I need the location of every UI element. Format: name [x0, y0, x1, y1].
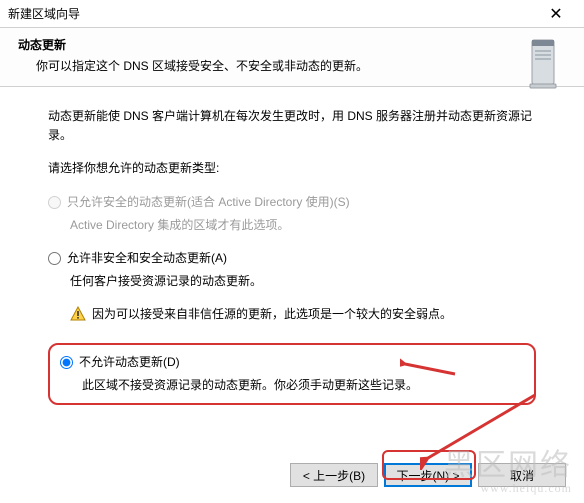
wizard-content: 动态更新能使 DNS 客户端计算机在每次发生更改时，用 DNS 服务器注册并动态… — [0, 87, 584, 415]
wizard-footer: < 上一步(B) 下一步(N) > 取消 — [290, 463, 566, 487]
titlebar: 新建区域向导 ✕ — [0, 0, 584, 28]
option-secure-only-desc: Active Directory 集成的区域才有此选项。 — [48, 216, 536, 235]
radio-secure-only — [48, 196, 61, 209]
wizard-header: 动态更新 你可以指定这个 DNS 区域接受安全、不安全或非动态的更新。 — [0, 28, 584, 87]
prompt-text: 请选择你想允许的动态更新类型: — [48, 159, 536, 178]
description-text: 动态更新能使 DNS 客户端计算机在每次发生更改时，用 DNS 服务器注册并动态… — [48, 107, 536, 145]
radio-allow-nonsecure[interactable] — [48, 252, 61, 265]
option-allow-nonsecure-desc2: 因为可以接受来自非信任源的更新，此选项是一个较大的安全弱点。 — [92, 305, 452, 324]
next-button[interactable]: 下一步(N) > — [384, 463, 472, 487]
radio-disallow[interactable] — [60, 356, 73, 369]
option-disallow-desc: 此区域不接受资源记录的动态更新。你必须手动更新这些记录。 — [60, 376, 524, 395]
option-allow-nonsecure-warning: 因为可以接受来自非信任源的更新，此选项是一个较大的安全弱点。 — [48, 305, 536, 328]
back-button[interactable]: < 上一步(B) — [290, 463, 378, 487]
header-subtitle: 你可以指定这个 DNS 区域接受安全、不安全或非动态的更新。 — [18, 57, 566, 74]
option-disallow-label: 不允许动态更新(D) — [79, 353, 180, 372]
option-disallow[interactable]: 不允许动态更新(D) — [60, 353, 524, 372]
option-allow-nonsecure[interactable]: 允许非安全和安全动态更新(A) — [48, 249, 536, 268]
close-button[interactable]: ✕ — [536, 0, 576, 28]
option-secure-only: 只允许安全的动态更新(适合 Active Directory 使用)(S) — [48, 193, 536, 212]
server-icon — [524, 38, 562, 93]
cancel-button[interactable]: 取消 — [478, 463, 566, 487]
option-allow-nonsecure-label: 允许非安全和安全动态更新(A) — [67, 249, 227, 268]
option-secure-only-label: 只允许安全的动态更新(适合 Active Directory 使用)(S) — [67, 193, 350, 212]
selected-option-highlight: 不允许动态更新(D) 此区域不接受资源记录的动态更新。你必须手动更新这些记录。 — [48, 343, 536, 405]
warning-icon — [70, 306, 86, 328]
option-allow-nonsecure-desc1: 任何客户接受资源记录的动态更新。 — [48, 272, 536, 291]
header-title: 动态更新 — [18, 36, 566, 53]
window-title: 新建区域向导 — [8, 5, 536, 22]
